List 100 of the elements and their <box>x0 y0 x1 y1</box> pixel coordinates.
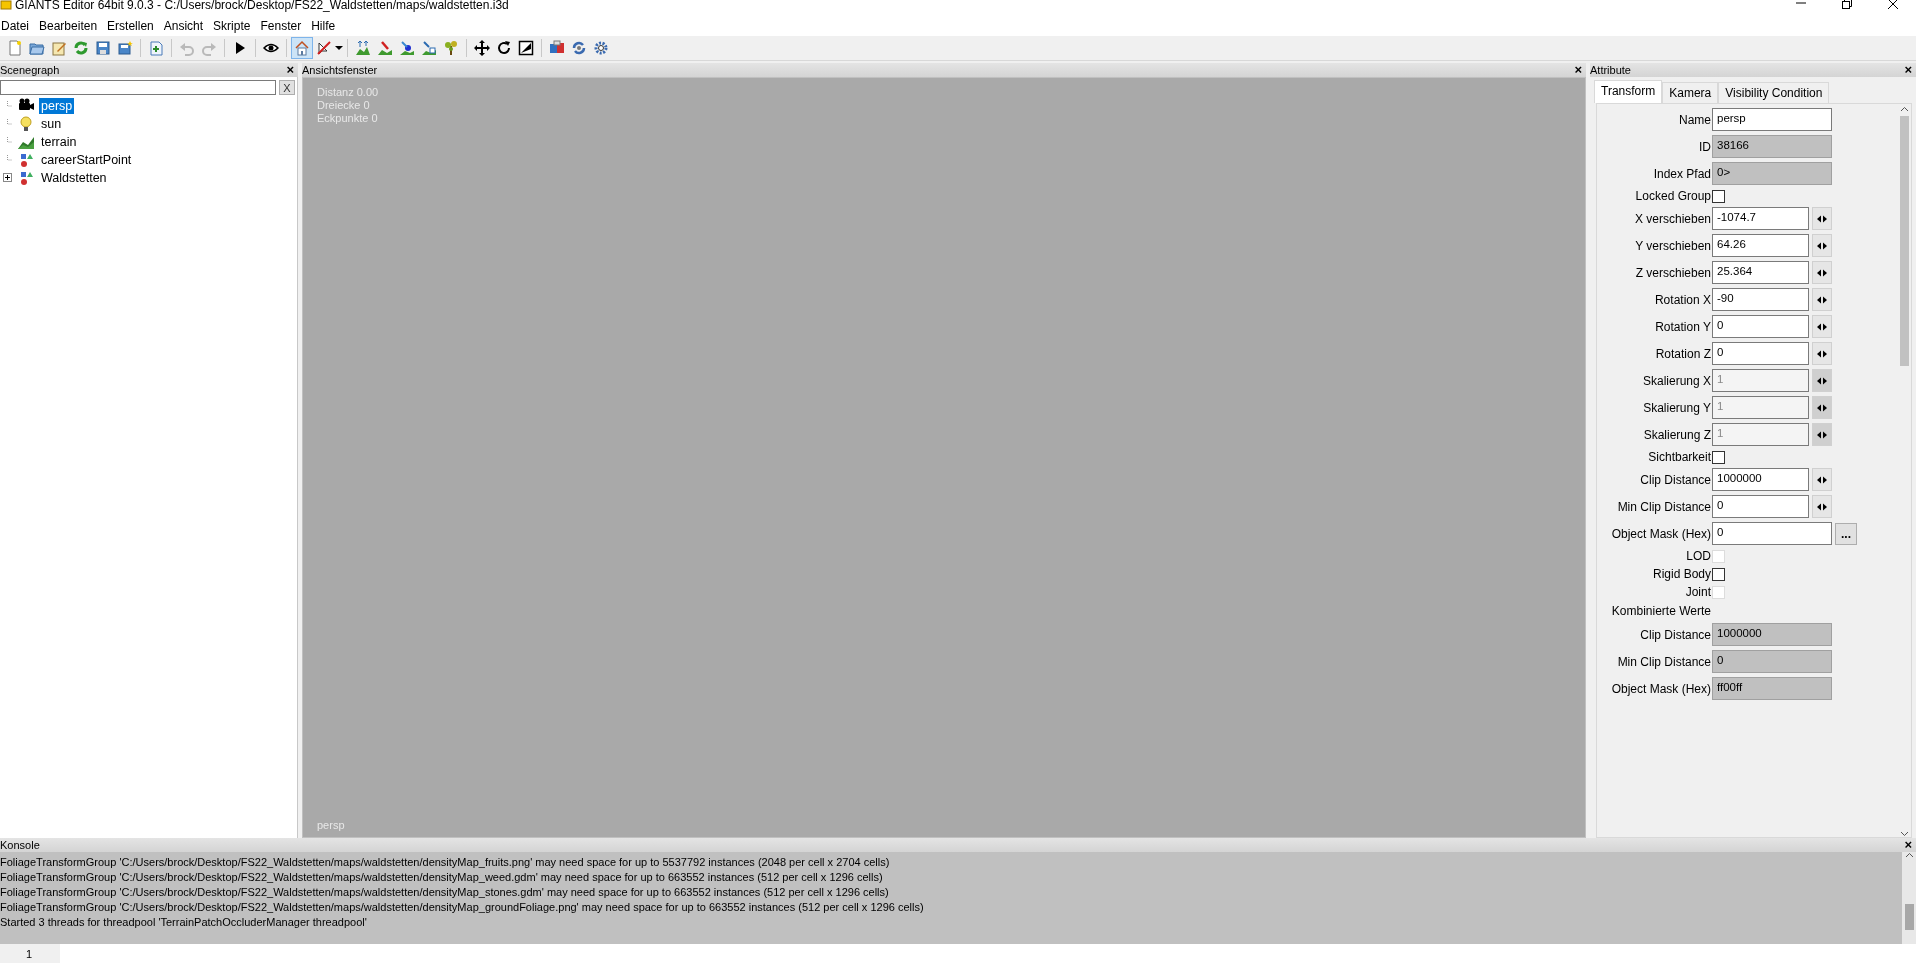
scrollbar[interactable] <box>1897 106 1911 837</box>
left-right-arrows-icon <box>1816 294 1828 305</box>
house-icon <box>294 40 310 56</box>
house-button[interactable] <box>291 37 313 59</box>
field-label: Object Mask (Hex) <box>1610 681 1712 696</box>
field-label: X verschieben <box>1633 211 1712 226</box>
tab[interactable]: Transform <box>1594 80 1663 103</box>
input-field[interactable]: 0 <box>1712 495 1809 518</box>
spin-button[interactable] <box>1812 495 1832 518</box>
checkbox[interactable] <box>1712 189 1725 203</box>
panel-title: Ansichtsfenster <box>302 64 379 76</box>
tree-item[interactable]: persp <box>39 98 75 114</box>
field-label: Skalierung Z <box>1642 427 1712 442</box>
blocks-icon <box>549 40 565 56</box>
log-line: FoliageTransformGroup 'C:/Users/brock/Desktop/FS22_Waldstetten/maps/waldstetten/densityMap_groundFoliage.png' may need space for up to 663552 instances (512 per cell x 1296 cells) <box>0 900 925 915</box>
input-field[interactable]: 1000000 <box>1712 468 1809 491</box>
caret-icon[interactable] <box>335 44 343 52</box>
field-label: Rigid Body <box>1651 567 1712 581</box>
terrain-ball-icon <box>399 40 415 56</box>
tree-item[interactable]: Waldstetten <box>39 170 109 186</box>
field-label: LOD <box>1685 549 1712 563</box>
spin-button[interactable] <box>1812 234 1832 257</box>
close-button[interactable]: × <box>1904 838 1912 852</box>
readonly-field: 1000000 <box>1712 623 1832 646</box>
left-right-arrows-icon <box>1816 240 1828 251</box>
menu-item[interactable]: Ansicht <box>162 19 211 33</box>
viewport-stat: Distanz 0.00 <box>317 86 380 99</box>
input-field[interactable]: 0 <box>1712 342 1809 365</box>
window-title: GIANTS Editor 64bit 9.0.3 - C:/Users/brock/Desktop/FS22_Waldstetten/maps/waldstetten.i3d <box>15 0 509 12</box>
field-label: Min Clip Distance <box>1616 499 1712 514</box>
menu-item[interactable]: Bearbeiten <box>38 19 105 33</box>
close-button[interactable]: × <box>286 63 294 77</box>
field-label: Skalierung Y <box>1642 400 1712 415</box>
move-arrows-icon <box>474 40 490 56</box>
scrollbar[interactable] <box>1902 852 1916 944</box>
checkbox[interactable] <box>1712 450 1725 464</box>
input-field[interactable]: 0 <box>1712 315 1809 338</box>
spin-button[interactable] <box>1812 468 1832 491</box>
undo-icon <box>179 40 195 56</box>
field-label: Locked Group <box>1634 189 1712 203</box>
scroll-up-icon[interactable] <box>1899 106 1909 112</box>
tree-item[interactable]: terrain <box>39 134 79 150</box>
tree-item[interactable]: careerStartPoint <box>39 152 134 168</box>
left-right-arrows-icon <box>1816 321 1828 332</box>
spin-button[interactable] <box>1812 207 1832 230</box>
readonly-field: 0 <box>1712 650 1832 673</box>
scale-icon <box>518 40 534 56</box>
camera-name: persp <box>317 819 345 831</box>
browse-button[interactable]: ... <box>1835 522 1857 545</box>
spin-button[interactable] <box>1812 342 1832 365</box>
input-field[interactable]: -90 <box>1712 288 1809 311</box>
input-field[interactable]: -1074.7 <box>1712 207 1809 230</box>
field-label: Clip Distance <box>1639 472 1712 487</box>
menu-item[interactable]: Erstellen <box>106 19 161 33</box>
log-line: FoliageTransformGroup 'C:/Users/brock/Desktop/FS22_Waldstetten/maps/waldstetten/densityMap_fruits.png' may need space for up to 5537792 instances (2048 per cell x 2704 cells) <box>0 855 891 870</box>
viewport-stat: Dreiecke 0 <box>317 99 371 112</box>
menu-item[interactable]: Hilfe <box>310 19 343 33</box>
expand-icon[interactable] <box>3 173 13 183</box>
restore-icon[interactable] <box>1841 0 1853 10</box>
tab[interactable]: Kamera <box>1662 82 1719 103</box>
close-icon[interactable] <box>1887 0 1899 10</box>
field-label: Clip Distance <box>1639 627 1712 642</box>
close-button[interactable]: × <box>1904 63 1912 77</box>
field-label: Min Clip Distance <box>1616 654 1712 669</box>
panel-title: Konsole <box>0 839 41 851</box>
checkbox[interactable] <box>1712 567 1725 581</box>
left-right-arrows-icon <box>1816 213 1828 224</box>
tab[interactable]: Visibility Condition <box>1718 82 1830 103</box>
scrollbar-thumb[interactable] <box>1904 904 1914 930</box>
app-icon <box>0 0 12 10</box>
field-label: ID <box>1698 139 1712 154</box>
input-field[interactable]: 64.26 <box>1712 234 1809 257</box>
scroll-up-icon[interactable] <box>1904 852 1914 858</box>
input-field[interactable]: 25.364 <box>1712 261 1809 284</box>
input-field[interactable]: 0 <box>1712 522 1832 545</box>
rotate-icon <box>496 40 512 56</box>
section-heading: Kombinierte Werte <box>1610 604 1711 618</box>
field-label: Name <box>1678 112 1712 127</box>
field-label: Rotation Z <box>1654 346 1712 361</box>
spin-button[interactable] <box>1812 315 1832 338</box>
spin-button[interactable] <box>1812 261 1832 284</box>
menu-item[interactable]: Skripte <box>212 19 258 33</box>
menu-item[interactable]: Fenster <box>259 19 309 33</box>
menu-item[interactable]: Datei <box>0 19 36 33</box>
close-button[interactable]: × <box>1574 63 1582 77</box>
spin-button[interactable] <box>1812 288 1832 311</box>
field-label: Sichtbarkeit <box>1647 450 1712 464</box>
input-field[interactable]: persp <box>1712 108 1832 131</box>
field-label: Object Mask (Hex) <box>1610 526 1712 541</box>
clear-button[interactable]: X <box>279 80 295 95</box>
field-label: Y verschieben <box>1634 238 1712 253</box>
field-label: Rotation X <box>1653 292 1712 307</box>
gear-icon <box>593 40 609 56</box>
readonly-field: ff00ff <box>1712 677 1832 700</box>
log-line: FoliageTransformGroup 'C:/Users/brock/Desktop/FS22_Waldstetten/maps/waldstetten/densityMap_weed.gdm' may need space for up to 663552 instances (512 per cell x 1296 cells) <box>0 870 884 885</box>
left-right-arrows-icon <box>1816 267 1828 278</box>
scroll-down-icon[interactable] <box>1899 831 1909 837</box>
filter-field[interactable] <box>0 80 276 95</box>
tree-item[interactable]: sun <box>39 116 64 132</box>
scrollbar-thumb[interactable] <box>1899 116 1909 366</box>
